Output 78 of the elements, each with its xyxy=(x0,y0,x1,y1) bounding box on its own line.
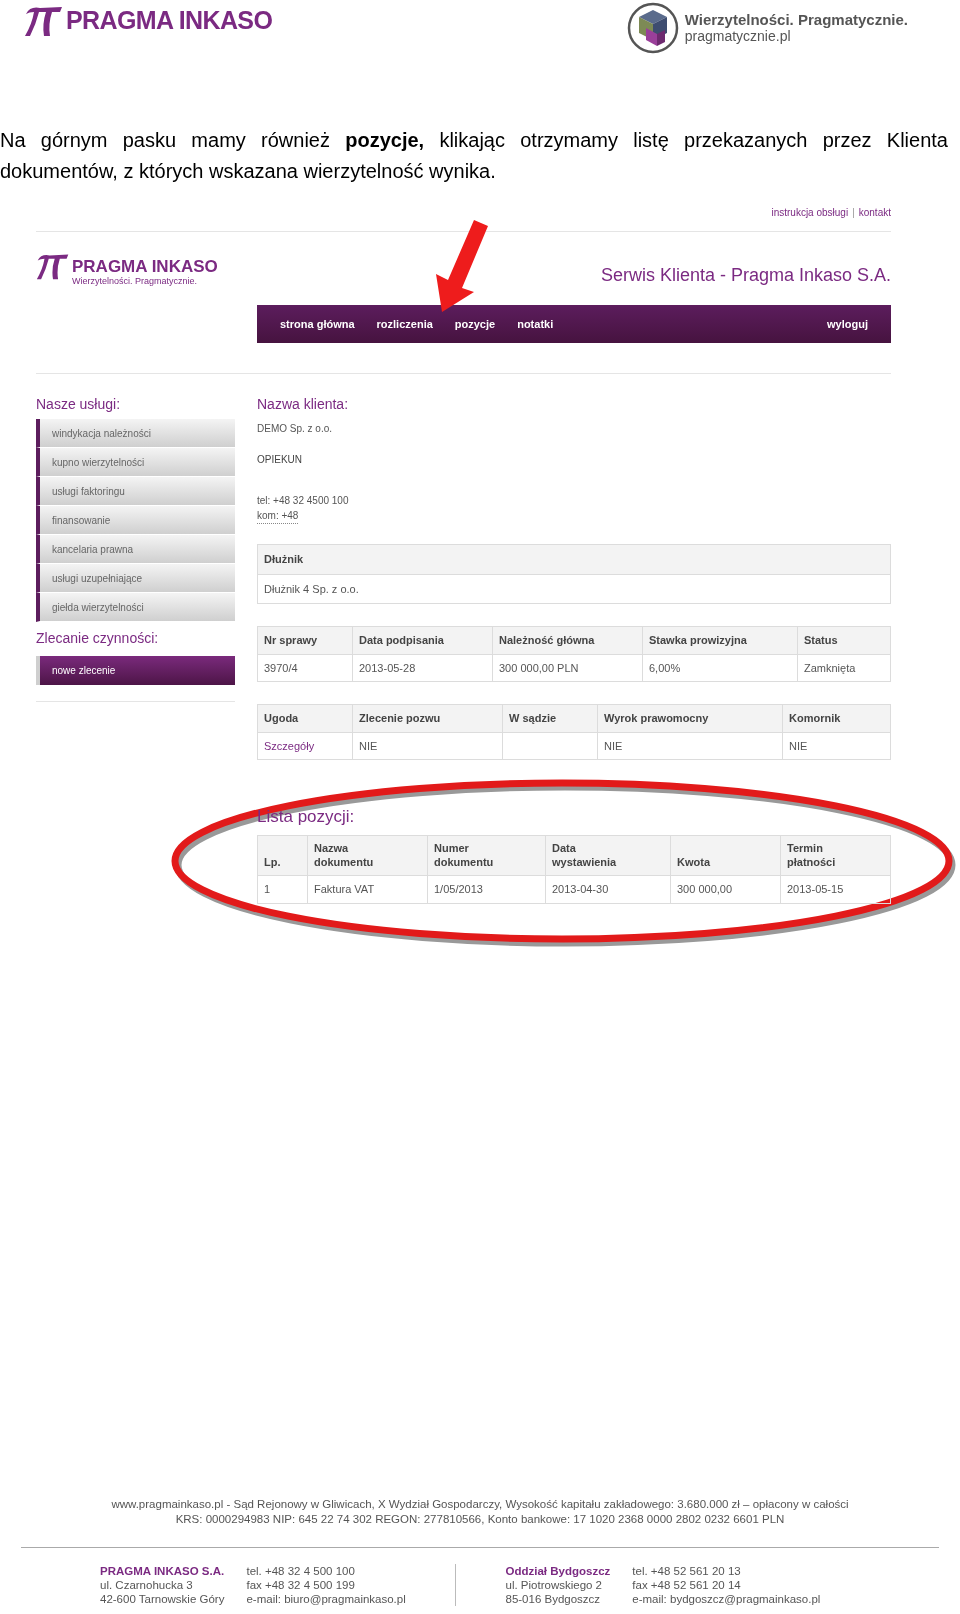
sidebar-item[interactable]: usługi faktoringu xyxy=(36,477,235,506)
guardian-label: OPIEKUN xyxy=(257,453,303,467)
client-name: DEMO Sp. z o.o. xyxy=(257,422,334,436)
office-contact: e-mail: biuro@pragmainkaso.pl xyxy=(246,1592,406,1606)
column-header: Nazwa dokumentu xyxy=(314,840,375,869)
site-name: pragmatycznie.pl xyxy=(684,28,792,45)
brand-name: PRAGMA INKASO xyxy=(72,255,218,277)
table-cell: NIE xyxy=(604,739,623,752)
office-contact: fax +48 32 4 500 199 xyxy=(246,1578,356,1592)
column-header: Kwota xyxy=(677,854,710,869)
section-title: Nasze usługi: xyxy=(36,395,122,414)
top-link[interactable]: kontakt xyxy=(858,205,891,220)
sidebar-item[interactable]: giełda wierzytelności xyxy=(36,593,235,622)
table-cell: Faktura VAT xyxy=(314,883,375,895)
sidebar-item[interactable]: finansowanie xyxy=(36,506,235,535)
nav-link[interactable]: strona główna xyxy=(280,315,355,333)
brand-name: PRAGMA INKASO xyxy=(66,5,273,36)
table-cell: 2013-05-28 xyxy=(359,661,416,674)
table-cell: 2013-05-15 xyxy=(787,883,844,895)
column-header: Należność główna xyxy=(499,633,595,647)
table-cell: 300 000,00 PLN xyxy=(499,661,579,674)
office-name: PRAGMA INKASO S.A. xyxy=(100,1564,225,1578)
tagline: Wierzytelności. Pragmatycznie. xyxy=(684,11,908,28)
column-header: Nr sprawy xyxy=(264,633,318,647)
sidebar-item[interactable]: windykacja należności xyxy=(36,419,235,448)
office-contact: tel. +48 52 561 20 13 xyxy=(632,1564,742,1578)
column-header: Ugoda xyxy=(264,711,299,725)
column-header: Komornik xyxy=(789,711,841,725)
legal-text: www.pragmainkaso.pl - Sąd Rejonowy w Gliwicach, X Wydział Gospodarczy, Wysokość kapitału zakładowego: 3.680.000 zł – opłacony w całości xyxy=(111,1497,849,1512)
office-address: 85-016 Bydgoszcz xyxy=(505,1592,602,1606)
column-header: Zlecenie pozwu xyxy=(359,711,441,725)
column-header: Data wystawienia xyxy=(552,840,618,869)
office-address: ul. Czarnohucka 3 xyxy=(100,1578,194,1592)
page-title: Serwis Klienta - Pragma Inkaso S.A. xyxy=(600,264,891,287)
intro-paragraph: Na górnym pasku mamy również pozycje, klikając otrzymamy listę przekazanych przez Klienta dokumentów, z których wskazana wierzytelność wynika. xyxy=(0,128,949,184)
table-cell: 1 xyxy=(264,883,271,895)
table-cell: 6,00% xyxy=(649,661,681,674)
column-header: Termin płatności xyxy=(787,840,837,869)
office-contact: tel. +48 32 4 500 100 xyxy=(246,1564,356,1578)
cube-logo-icon xyxy=(626,2,679,54)
debtor-name: Dłużnik 4 Sp. z o.o. xyxy=(264,582,359,595)
phone-number: tel: +48 32 4500 100 xyxy=(257,494,350,508)
table-cell: 2013-04-30 xyxy=(552,883,609,895)
column-header: W sądzie xyxy=(509,711,557,725)
sidebar-item[interactable]: kancelaria prawna xyxy=(36,535,235,564)
top-link[interactable]: instrukcja obsługi xyxy=(771,205,849,220)
table-cell: 300 000,00 xyxy=(677,883,733,895)
table-cell: Zamknięta xyxy=(804,661,856,674)
section-title: Lista pozycji: xyxy=(257,806,355,828)
link-separator: | xyxy=(852,206,855,220)
column-header: Stawka prowizyjna xyxy=(649,633,747,647)
office-name: Oddział Bydgoszcz xyxy=(505,1564,611,1578)
column-header: Data podpisania xyxy=(359,633,444,647)
mobile-number: kom: +48 xyxy=(257,508,299,524)
nav-link[interactable]: rozliczenia xyxy=(376,315,433,333)
table-cell: NIE xyxy=(789,739,808,752)
section-title: Nazwa klienta: xyxy=(257,395,350,414)
table-cell: 3970/4 xyxy=(264,661,298,674)
column-header: Lp. xyxy=(264,854,281,869)
office-contact: fax +48 52 561 20 14 xyxy=(632,1578,742,1592)
office-contact: e-mail: bydgoszcz@pragmainkaso.pl xyxy=(632,1592,821,1606)
sidebar-item[interactable]: kupno wierzytelności xyxy=(36,448,235,477)
nav-link[interactable]: pozycje xyxy=(454,315,496,333)
office-address: 42-600 Tarnowskie Góry xyxy=(100,1592,225,1606)
pi-logo-icon xyxy=(36,252,70,281)
office-address: ul. Piotrowskiego 2 xyxy=(505,1578,604,1592)
column-header: Numer dokumentu xyxy=(434,840,495,869)
debtor-label: Dłużnik xyxy=(264,553,304,565)
nav-link[interactable]: notatki xyxy=(517,315,554,333)
sidebar-item[interactable]: usługi uzupełniające xyxy=(36,564,235,593)
legal-text: KRS: 0000294983 NIP: 645 22 74 302 REGON: 277810566, Konto bankowe: 17 1020 2368 0000 2802 0232 6601 PLN xyxy=(175,1512,785,1527)
section-title: Zlecanie czynności: xyxy=(36,629,160,648)
column-header: Status xyxy=(804,633,838,647)
table-cell: 1/05/2013 xyxy=(434,883,483,895)
tagline: Wierzytelności. Pragmatycznie. xyxy=(72,274,199,288)
table-cell: NIE xyxy=(359,739,378,752)
column-header: Wyrok prawomocny xyxy=(604,711,709,725)
logout-link[interactable]: wyloguj xyxy=(827,315,868,333)
